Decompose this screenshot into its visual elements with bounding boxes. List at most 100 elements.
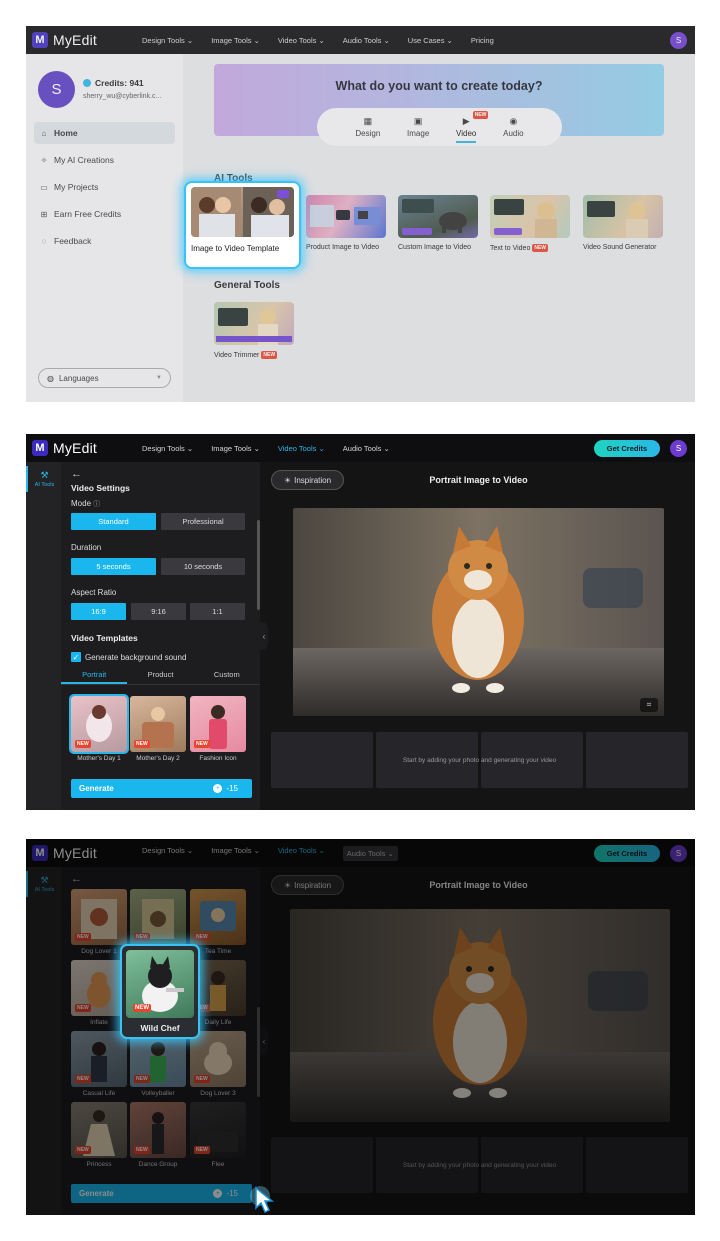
chevron-down-icon: ▼ [156, 375, 162, 381]
credits-icon [83, 79, 91, 87]
tool-product-image-to-video[interactable]: Product Image to Video [306, 195, 386, 251]
mode-standard[interactable]: Standard [71, 513, 156, 530]
bg-sound-checkbox[interactable]: ✓ Generate background sound [71, 652, 186, 662]
sidebar-item-earn-free-credits[interactable]: ⊞ Earn Free Credits [34, 203, 175, 225]
hero-title: What do you want to create today? [335, 79, 543, 93]
collapse-panel-chevron-icon[interactable]: ‹ [260, 622, 268, 650]
nav-design-tools[interactable]: Design Tools ⌄ [142, 444, 193, 453]
collapse-panel-chevron-icon[interactable]: ‹ [260, 1027, 268, 1055]
portrait-thumbnail-art [494, 199, 557, 238]
template-casual-life[interactable]: NEW Casual Life [71, 1031, 127, 1097]
template-flee[interactable]: NEW Flee [190, 1102, 246, 1168]
settings-panel: ← NEW Dog Lover 1 NEW NEW Tea Time NEW I… [61, 867, 260, 1215]
avatar[interactable]: S [670, 845, 687, 862]
rail-ai-tools[interactable]: ⚒ AI Tools [26, 871, 61, 897]
crop-icon[interactable]: ⌗ [640, 698, 658, 712]
nav-video-tools[interactable]: Video Tools ⌄ [278, 846, 325, 861]
elephant-thumbnail-art [402, 199, 467, 235]
logo[interactable]: M MyEdit [32, 845, 132, 861]
template-princess[interactable]: NEW Princess [71, 1102, 127, 1168]
aspect-1-1[interactable]: 1:1 [190, 603, 245, 620]
tool-video-sound-generator[interactable]: Video Sound Generator [583, 195, 663, 251]
top-nav-bar: M MyEdit Design Tools ⌄ Image Tools ⌄ Vi… [26, 434, 695, 462]
nav-image-tools[interactable]: Image Tools ⌄ [211, 36, 260, 45]
sidebar-item-home[interactable]: ⌂ Home [34, 122, 175, 144]
tool-thumbnail [583, 195, 663, 238]
new-badge: NEW [472, 111, 489, 119]
settings-scrollbar[interactable] [257, 520, 260, 610]
generate-button[interactable]: Generate + -15 [71, 1184, 252, 1203]
duration-10-seconds[interactable]: 10 seconds [161, 558, 245, 575]
new-badge: NEW [134, 740, 150, 748]
cat-photo [293, 508, 664, 716]
nav-audio-tools[interactable]: Audio Tools ⌄ [343, 444, 390, 453]
nav-design-tools[interactable]: Design Tools ⌄ [142, 36, 193, 45]
tab-portrait[interactable]: Portrait [61, 667, 128, 684]
new-badge: NEW [75, 740, 91, 748]
tool-video-trimmer[interactable]: Video Trimmer NEW [214, 302, 294, 359]
tool-image-to-video-template[interactable]: Image to Video Template [184, 181, 301, 269]
folder-icon: ▭ [40, 182, 48, 192]
aspect-16-9[interactable]: 16:9 [71, 603, 126, 620]
product-thumbnail-art [310, 205, 380, 227]
logo[interactable]: M MyEdit [32, 32, 132, 48]
tab-image[interactable]: ▣ Image [407, 116, 429, 138]
sidebar-item-my-projects[interactable]: ▭ My Projects [34, 176, 175, 198]
logo[interactable]: M MyEdit [32, 440, 132, 456]
template-dog-lover-3[interactable]: NEW Dog Lover 3 [190, 1031, 246, 1097]
design-icon: ▦ [363, 116, 373, 126]
tab-custom[interactable]: Custom [194, 667, 260, 684]
tab-video[interactable]: ▶ Video NEW [456, 111, 489, 143]
sidebar-item-my-ai-creations[interactable]: ✧ My AI Creations [34, 149, 175, 171]
tool-custom-image-to-video[interactable]: Custom Image to Video [398, 195, 478, 251]
feedback-icon: ◌ [41, 236, 47, 246]
avatar[interactable]: S [670, 440, 687, 457]
template-wild-chef[interactable]: NEW Wild Chef [120, 944, 200, 1039]
sidebar-item-feedback[interactable]: ◌ Feedback [34, 230, 175, 252]
tool-text-to-video[interactable]: Text to Video NEW [490, 195, 570, 252]
inspiration-button[interactable]: ☀ Inspiration [271, 470, 344, 490]
myedit-logo-icon: M [32, 32, 48, 48]
template-tea-time[interactable]: NEW Tea Time [190, 889, 246, 955]
nav-use-cases[interactable]: Use Cases ⌄ [408, 36, 453, 45]
general-tools-title: General Tools [214, 280, 280, 291]
nav-image-tools[interactable]: Image Tools ⌄ [211, 444, 260, 453]
tab-audio[interactable]: ◉ Audio [503, 116, 523, 138]
generate-button[interactable]: Generate + -15 [71, 779, 252, 798]
back-arrow-icon[interactable]: ← [71, 873, 82, 885]
get-credits-button[interactable]: Get Credits [594, 440, 660, 457]
template-dog-lover-1[interactable]: NEW Dog Lover 1 [71, 889, 127, 955]
template-dance-group[interactable]: NEW Dance Group [130, 1102, 186, 1168]
nav-design-tools[interactable]: Design Tools ⌄ [142, 846, 193, 861]
tab-product[interactable]: Product [127, 667, 193, 684]
nav-audio-tools[interactable]: Audio Tools ⌄ [343, 36, 390, 45]
rail-ai-tools[interactable]: ⚒ AI Tools [26, 466, 61, 492]
duration-5-seconds[interactable]: 5 seconds [71, 558, 156, 575]
aspect-9-16[interactable]: 9:16 [131, 603, 186, 620]
template-fashion-icon[interactable]: NEW Fashion Icon [190, 696, 246, 762]
avatar[interactable]: S [670, 32, 687, 49]
category-tabs: ▦ Design ▣ Image ▶ Video NEW ◉ Audio [317, 108, 562, 146]
new-badge: NEW [194, 740, 210, 748]
languages-dropdown[interactable]: ◍ Languages ▼ [38, 368, 171, 388]
new-badge: NEW [75, 1146, 91, 1154]
nav-video-tools[interactable]: Video Tools ⌄ [278, 444, 325, 453]
nav-pricing[interactable]: Pricing [471, 36, 494, 45]
back-arrow-icon[interactable]: ← [71, 468, 82, 480]
template-volleyballer[interactable]: NEW Volleyballer [130, 1031, 186, 1097]
template-item[interactable]: NEW [130, 889, 186, 945]
template-mothers-day-2[interactable]: NEW Mother's Day 2 [130, 696, 186, 762]
nav-image-tools[interactable]: Image Tools ⌄ [211, 846, 260, 861]
user-avatar[interactable]: S [38, 71, 75, 108]
preview-image [290, 909, 670, 1122]
nav-audio-tools[interactable]: Audio Tools ⌄ [342, 845, 398, 861]
tab-design[interactable]: ▦ Design [355, 116, 380, 138]
get-credits-button[interactable]: Get Credits [594, 845, 660, 862]
template-inflate[interactable]: NEW Inflate [71, 960, 127, 1026]
template-mothers-day-1[interactable]: NEW Mother's Day 1 [69, 694, 129, 762]
mode-professional[interactable]: Professional [161, 513, 245, 530]
nav-video-tools[interactable]: Video Tools ⌄ [278, 36, 325, 45]
inspiration-button[interactable]: ☀ Inspiration [271, 875, 344, 895]
magic-wand-icon: ⚒ [40, 470, 49, 480]
credit-coin-icon: + [213, 784, 223, 793]
